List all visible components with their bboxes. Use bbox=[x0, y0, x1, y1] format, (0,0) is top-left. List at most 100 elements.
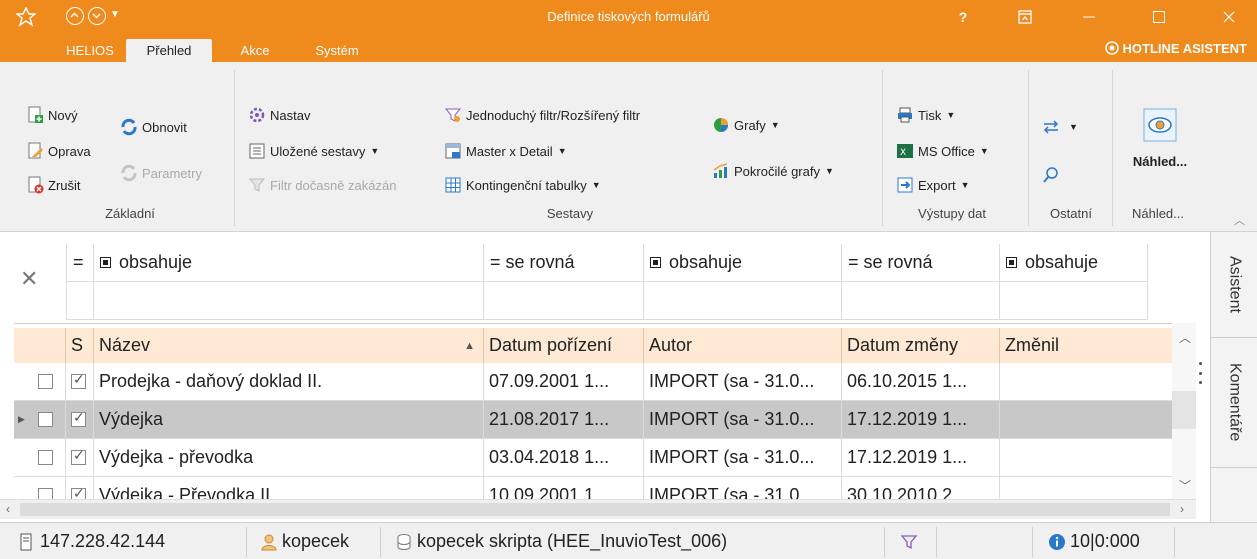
export-button[interactable]: Export ▼ bbox=[896, 176, 970, 194]
cell-zmenil[interactable] bbox=[1000, 477, 1174, 499]
cell-autor[interactable]: IMPORT (sa - 31.0... bbox=[644, 401, 842, 438]
row-select-checkbox[interactable] bbox=[38, 412, 53, 427]
vertical-scrollbar[interactable]: ︿ ﹀ bbox=[1172, 323, 1196, 501]
zrusit-button[interactable]: Zrušit bbox=[26, 176, 81, 194]
cell-datum-porizeni[interactable]: 21.08.2017 1... bbox=[484, 401, 644, 438]
status-checkbox[interactable] bbox=[71, 485, 86, 499]
scroll-left-icon[interactable]: ‹ bbox=[6, 502, 10, 516]
cell-autor[interactable]: IMPORT (sa - 31.0... bbox=[644, 439, 842, 476]
ms-office-button[interactable]: X MS Office ▼ bbox=[896, 142, 989, 160]
row-select-checkbox[interactable] bbox=[38, 374, 53, 389]
jednoduchy-filtr-button[interactable]: Jednoduchý filtr/Rozšířený filtr bbox=[444, 106, 640, 124]
parametry-button[interactable]: Parametry bbox=[120, 164, 202, 182]
cell-autor[interactable]: IMPORT (sa - 31.0... bbox=[644, 363, 842, 400]
row-selector[interactable]: ▶ bbox=[14, 401, 66, 438]
cell-datum-zmeny[interactable]: 17.12.2019 1... bbox=[842, 439, 1000, 476]
column-header-s[interactable]: S bbox=[66, 328, 94, 363]
scroll-right-icon[interactable]: › bbox=[1180, 502, 1184, 516]
table-row[interactable]: Prodejka - daňový doklad II.07.09.2001 1… bbox=[14, 363, 1174, 401]
cell-nazev[interactable]: Výdejka bbox=[94, 401, 484, 438]
filter-op-zmenil[interactable]: obsahuje bbox=[1000, 244, 1148, 282]
forward-circle-icon[interactable] bbox=[88, 7, 106, 25]
status-filter-indicator[interactable] bbox=[900, 523, 918, 559]
search-button[interactable] bbox=[1042, 166, 1064, 184]
cell-datum-zmeny[interactable]: 30.10.2010 2... bbox=[842, 477, 1000, 499]
ulozene-sestavy-button[interactable]: Uložené sestavy ▼ bbox=[248, 142, 379, 160]
column-header-zmenil[interactable]: Změnil bbox=[1000, 328, 1174, 363]
table-row[interactable]: Výdejka - Převodka II.10.09.2001 1...IMP… bbox=[14, 477, 1174, 499]
help-button[interactable]: ? bbox=[940, 0, 986, 34]
cell-datum-zmeny[interactable]: 06.10.2015 1... bbox=[842, 363, 1000, 400]
row-selector[interactable] bbox=[14, 439, 66, 476]
filter-op-datum-zmeny[interactable]: = se rovná bbox=[842, 244, 1000, 282]
close-button[interactable] bbox=[1206, 0, 1252, 34]
filter-value-datum-porizeni[interactable] bbox=[484, 282, 644, 320]
swap-button[interactable]: ▼ bbox=[1042, 118, 1078, 136]
filter-op-datum-porizeni[interactable]: = se rovná bbox=[484, 244, 644, 282]
filter-value-autor[interactable] bbox=[644, 282, 842, 320]
scroll-down-icon[interactable]: ﹀ bbox=[1179, 477, 1191, 494]
filter-op-autor[interactable]: obsahuje bbox=[644, 244, 842, 282]
collapse-ribbon-icon[interactable]: ︿ bbox=[1234, 212, 1245, 228]
oprava-button[interactable]: Oprava bbox=[26, 142, 91, 160]
nahled-button[interactable]: Náhled... bbox=[1120, 106, 1200, 186]
column-header-datum-zmeny[interactable]: Datum změny bbox=[842, 328, 1000, 363]
pokrocile-grafy-button[interactable]: Pokročilé grafy ▼ bbox=[712, 162, 834, 180]
cell-autor[interactable]: IMPORT (sa - 31.0... bbox=[644, 477, 842, 499]
side-tab-asistent[interactable]: Asistent bbox=[1211, 232, 1257, 338]
obnovit-button[interactable]: Obnovit bbox=[120, 118, 187, 136]
tab-akce[interactable]: Akce bbox=[230, 39, 280, 62]
master-detail-button[interactable]: Master x Detail ▼ bbox=[444, 142, 567, 160]
filter-value-nazev[interactable] bbox=[94, 282, 484, 320]
status-checkbox[interactable] bbox=[71, 447, 86, 465]
cell-zmenil[interactable] bbox=[1000, 363, 1174, 400]
tab-helios[interactable]: HELIOS bbox=[60, 39, 120, 62]
status-checkbox[interactable] bbox=[71, 371, 86, 389]
filter-op-nazev[interactable]: obsahuje bbox=[94, 244, 484, 282]
grafy-button[interactable]: Grafy ▼ bbox=[712, 116, 780, 134]
cell-nazev[interactable]: Výdejka - převodka bbox=[94, 439, 484, 476]
cell-datum-porizeni[interactable]: 03.04.2018 1... bbox=[484, 439, 644, 476]
tab-prehled[interactable]: Přehled bbox=[126, 39, 212, 62]
table-row[interactable]: Výdejka - převodka03.04.2018 1...IMPORT … bbox=[14, 439, 1174, 477]
filter-value-status[interactable] bbox=[66, 282, 94, 320]
horizontal-scrollbar[interactable]: ‹ › bbox=[0, 499, 1196, 519]
cell-s[interactable] bbox=[66, 363, 94, 400]
clear-filter-icon[interactable]: ✕ bbox=[20, 266, 38, 292]
status-checkbox[interactable] bbox=[71, 409, 86, 427]
table-row[interactable]: ▶ Výdejka21.08.2017 1...IMPORT (sa - 31.0… bbox=[14, 401, 1174, 439]
scrollbar-thumb[interactable] bbox=[1172, 391, 1196, 429]
nastav-button[interactable]: Nastav bbox=[248, 106, 310, 124]
row-select-checkbox[interactable] bbox=[38, 450, 53, 465]
novy-button[interactable]: Nový bbox=[26, 106, 78, 124]
kontingencni-tabulky-button[interactable]: Kontingenční tabulky ▼ bbox=[444, 176, 601, 194]
filter-value-zmenil[interactable] bbox=[1000, 282, 1148, 320]
pin-window-icon[interactable] bbox=[1002, 0, 1048, 34]
filtr-docasne-zakazan-button[interactable]: Filtr dočasně zakázán bbox=[248, 176, 396, 194]
row-selector[interactable] bbox=[14, 477, 66, 499]
cell-s[interactable] bbox=[66, 401, 94, 438]
cell-zmenil[interactable] bbox=[1000, 401, 1174, 438]
column-header-autor[interactable]: Autor bbox=[644, 328, 842, 363]
panel-splitter-grip[interactable] bbox=[1199, 362, 1203, 384]
scrollbar-thumb[interactable] bbox=[20, 503, 1170, 516]
cell-datum-zmeny[interactable]: 17.12.2019 1... bbox=[842, 401, 1000, 438]
cell-zmenil[interactable] bbox=[1000, 439, 1174, 476]
hotline-asistent-button[interactable]: HOTLINE ASISTENT bbox=[1104, 41, 1247, 56]
filter-value-datum-zmeny[interactable] bbox=[842, 282, 1000, 320]
quick-access-dropdown-icon[interactable]: ▼ bbox=[110, 9, 120, 20]
column-header-datum-porizeni[interactable]: Datum pořízení bbox=[484, 328, 644, 363]
back-circle-icon[interactable] bbox=[66, 7, 84, 25]
cell-s[interactable] bbox=[66, 439, 94, 476]
tab-system[interactable]: Systém bbox=[306, 39, 368, 62]
cell-datum-porizeni[interactable]: 07.09.2001 1... bbox=[484, 363, 644, 400]
side-tab-komentare[interactable]: Komentáře bbox=[1211, 338, 1257, 468]
maximize-button[interactable] bbox=[1136, 0, 1182, 34]
tisk-button[interactable]: Tisk ▼ bbox=[896, 106, 955, 124]
scroll-up-icon[interactable]: ︿ bbox=[1179, 329, 1191, 346]
cell-datum-porizeni[interactable]: 10.09.2001 1... bbox=[484, 477, 644, 499]
minimize-button[interactable] bbox=[1066, 0, 1112, 34]
row-select-checkbox[interactable] bbox=[38, 488, 53, 499]
column-header-nazev[interactable]: Název ▲ bbox=[94, 328, 484, 363]
row-selector[interactable] bbox=[14, 363, 66, 400]
